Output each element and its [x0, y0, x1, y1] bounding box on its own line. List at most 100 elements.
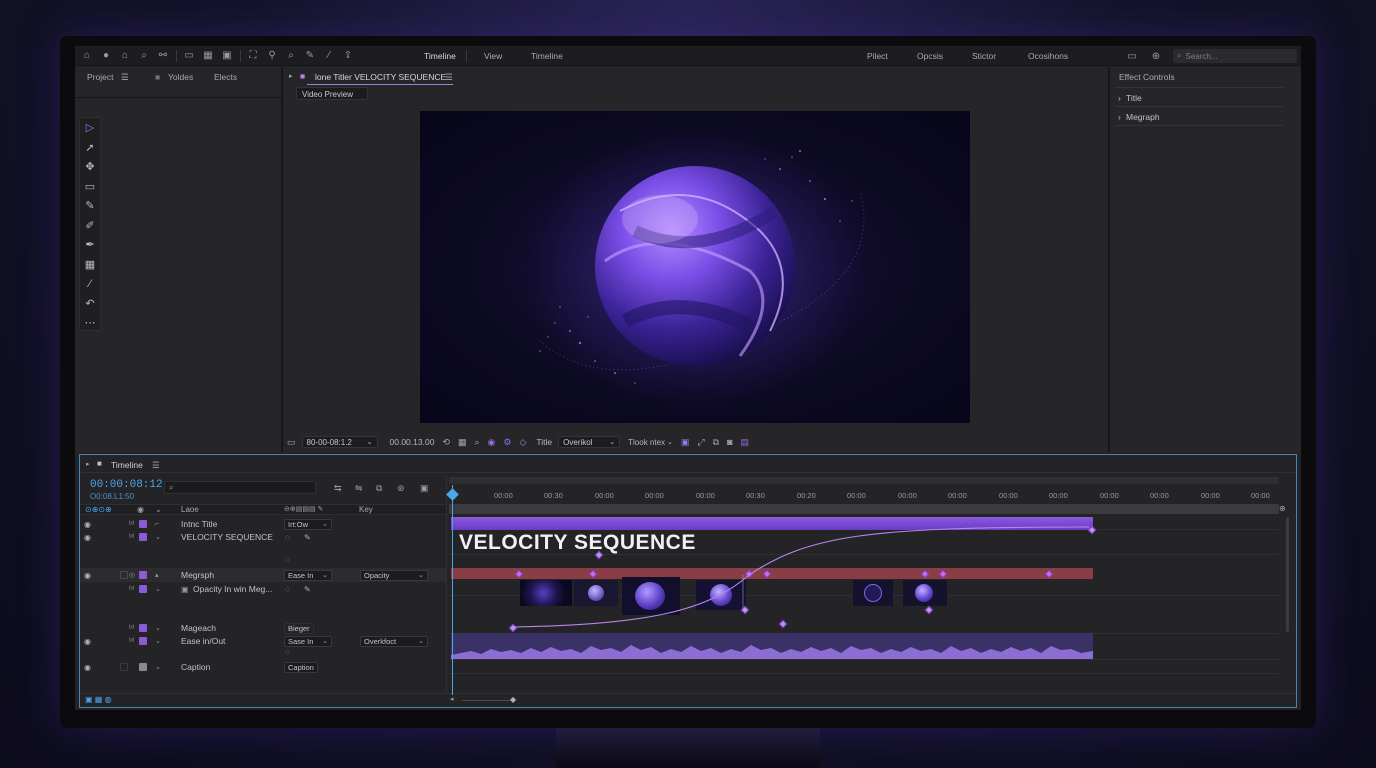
camera-icon[interactable]: ◙	[727, 437, 732, 447]
label-color-chip[interactable]	[139, 533, 147, 541]
lock-icon[interactable]: ᵇᵈ	[129, 625, 134, 632]
animation-curve[interactable]	[449, 515, 1099, 635]
grid-toggle-icon[interactable]: ▦	[458, 437, 467, 448]
collapse-icon[interactable]: ▸	[289, 72, 293, 80]
image-icon[interactable]: ▣	[220, 50, 234, 62]
collapse-icon[interactable]: ▸	[86, 460, 90, 468]
chevron-down-icon[interactable]: ⌄	[155, 663, 161, 671]
effect-item-title[interactable]: Title	[1126, 93, 1142, 103]
zoom-icon[interactable]: ⌕	[474, 437, 479, 448]
layer-name[interactable]: Ease in/Out	[181, 636, 225, 646]
menu-stictor[interactable]: Stictor	[972, 51, 996, 61]
calendar-icon[interactable]: ▣	[420, 483, 429, 494]
tab-elects[interactable]: Elects	[214, 72, 237, 82]
solo-toggle[interactable]	[120, 571, 128, 579]
chat-icon[interactable]: ▭	[182, 50, 196, 62]
more-tools-icon[interactable]: ⋯	[80, 313, 100, 333]
eyedropper-tool-icon[interactable]: ⁄	[80, 274, 100, 294]
export-icon[interactable]: ⇪	[341, 50, 355, 62]
pen-tool-icon[interactable]: ✒	[80, 235, 100, 255]
menu-timeline-2[interactable]: Timeline	[531, 51, 563, 61]
menu-timeline[interactable]: Timeline	[424, 51, 456, 61]
property-dropdown[interactable]: Overkfoct ⌄	[360, 635, 428, 647]
search-icon[interactable]: ⌕	[137, 50, 151, 62]
chevron-right-icon[interactable]: ›	[1118, 112, 1121, 122]
label-color-chip[interactable]	[139, 585, 147, 593]
menu-ocosihons[interactable]: Ocosihons	[1028, 51, 1068, 61]
property-dropdown[interactable]: Opacity ⌄	[360, 569, 428, 581]
rectangle-tool-icon[interactable]: ▭	[80, 177, 100, 197]
pencil-icon[interactable]: ✎	[304, 585, 311, 594]
chevron-icon[interactable]: ▴	[155, 571, 159, 579]
eye-icon[interactable]: ◉	[84, 571, 91, 580]
vertical-scrollbar[interactable]	[1286, 517, 1289, 632]
playhead-handle[interactable]	[446, 488, 459, 501]
menu-icon[interactable]: ☰	[121, 72, 129, 83]
layer-name[interactable]: VELOCITY SEQUENCE	[181, 532, 273, 542]
transform-icon[interactable]: ⤢	[697, 437, 704, 448]
eye-icon[interactable]: ◉	[84, 637, 91, 646]
bottom-toggle-icons[interactable]: ▣ ▦ ◍	[85, 695, 112, 704]
switches-icon[interactable]: ⊙⊕⊙⊕	[85, 505, 112, 514]
settings-icon[interactable]: ⊕	[1149, 50, 1163, 62]
ease-dropdown[interactable]: Sase In ⌄	[284, 635, 332, 647]
snapshot-icon[interactable]: ▭	[287, 437, 296, 448]
layer-search-input[interactable]: ⌕	[164, 481, 316, 494]
brush-tool-icon[interactable]: ✎	[80, 196, 100, 216]
blend-field[interactable]: Bieger	[284, 622, 314, 634]
crop-icon[interactable]: ⛶	[246, 50, 260, 62]
video-preview-tab[interactable]: Video Preview	[296, 87, 368, 100]
link-icon[interactable]: ⚯	[156, 50, 170, 62]
timeline-menu-icon[interactable]: ☰	[152, 460, 160, 471]
label-color-chip[interactable]	[139, 663, 147, 671]
layers-icon[interactable]: ⧉	[713, 437, 719, 448]
lock-icon[interactable]: ◎	[129, 571, 135, 579]
tab-project[interactable]: Project	[87, 72, 113, 82]
settings-icon[interactable]: ⚙	[503, 437, 511, 448]
stopwatch-icon[interactable]: ◌	[285, 648, 290, 657]
label-color-chip[interactable]	[139, 520, 147, 528]
layer-row[interactable]: ◉ ᵇᵈ ⌄ VELOCITY SEQUENCE ◌ ✎	[80, 530, 446, 544]
overlay-select[interactable]: Overikol ⌄	[558, 436, 621, 448]
lock-icon[interactable]: ᵇᵈ	[129, 534, 134, 541]
select-tool-icon[interactable]: ▷	[80, 118, 100, 138]
solo-toggle[interactable]	[120, 663, 128, 671]
composition-tab[interactable]: lone Titler VELOCITY SEQUENCE	[315, 72, 446, 82]
menu-pilect[interactable]: Pilect	[867, 51, 888, 61]
zoom-out-icon[interactable]: ◂	[450, 695, 454, 703]
layer-name-column[interactable]: Laoe	[181, 505, 199, 514]
layer-row[interactable]: ◉ ⌄ Caption Caption	[80, 660, 446, 674]
move-tool-icon[interactable]: ➚	[80, 138, 100, 158]
zoom-icon[interactable]: ⌕	[284, 50, 298, 62]
eye-icon[interactable]: ◉	[84, 663, 91, 672]
chevron-down-icon[interactable]: ⌄	[155, 624, 161, 632]
current-timecode[interactable]: 00:00:08:12	[90, 479, 163, 491]
motion-blur-icon[interactable]: ⊛	[397, 483, 405, 494]
comp-flow-icon[interactable]: ⇆	[334, 483, 342, 494]
chevron-down-icon[interactable]: ⌄	[155, 585, 161, 593]
stopwatch-icon[interactable]: ◌	[285, 533, 290, 542]
chevron-down-icon[interactable]: ⌄	[155, 637, 161, 645]
effect-item-megraph[interactable]: Megraph	[1126, 112, 1160, 122]
caption-field[interactable]: Caption	[284, 661, 318, 673]
lock-icon[interactable]: ᵇᵈ	[129, 638, 134, 645]
chevron-icon[interactable]: ⌐	[155, 521, 159, 528]
key-column[interactable]: Key	[359, 505, 373, 514]
menu-view[interactable]: View	[484, 51, 502, 61]
graph-editor-icon[interactable]: ⇋	[355, 483, 363, 494]
stopwatch-icon[interactable]: ◌	[285, 585, 290, 594]
tab-menu-icon[interactable]: ☰	[445, 72, 453, 83]
time-ruler-bar[interactable]	[449, 504, 1279, 514]
pen-icon[interactable]: ✎	[303, 50, 317, 62]
undo-tool-icon[interactable]: ↶	[80, 294, 100, 314]
pin-icon[interactable]: ⚲	[265, 50, 279, 62]
zoom-slider-handle[interactable]: ◆	[510, 695, 516, 704]
record-icon[interactable]: ●	[99, 50, 113, 62]
layer-row[interactable]: ◉ ᵇᵈ ⌄ Ease in/Out Sase In ⌄ Overkfoct ⌄	[80, 634, 446, 648]
timecode-field[interactable]: 80-00-08:1.2 ⌄	[301, 436, 378, 448]
ease-dropdown[interactable]: Ease In ⌄	[284, 569, 332, 581]
grid-tool-icon[interactable]: ▦	[80, 255, 100, 275]
label-color-chip[interactable]	[139, 637, 147, 645]
zoom-slider-track[interactable]	[462, 700, 514, 701]
label-color-chip[interactable]	[139, 571, 147, 579]
